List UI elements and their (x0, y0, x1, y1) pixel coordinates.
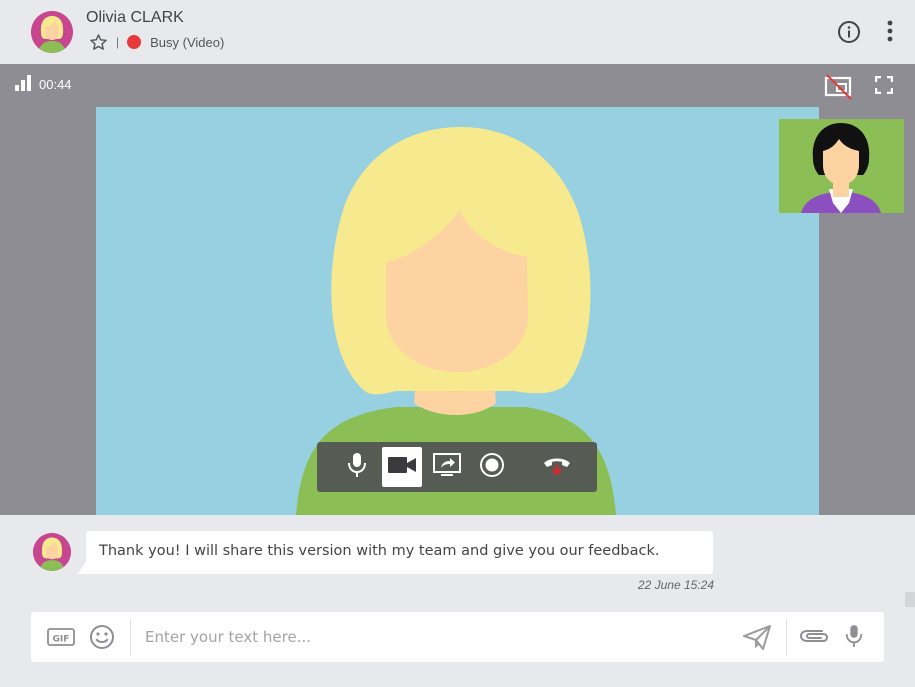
message-sender-avatar[interactable] (33, 533, 71, 571)
send-icon[interactable] (742, 624, 772, 651)
hang-up-icon (542, 454, 572, 481)
record-button[interactable] (472, 447, 512, 487)
gif-icon[interactable]: GIF (47, 627, 75, 647)
composer-divider-left (130, 618, 131, 656)
busy-status-dot (127, 35, 142, 49)
status-separator: | (116, 35, 120, 49)
message-composer: GIF (31, 612, 884, 662)
video-area (0, 107, 915, 515)
camera-toggle-button[interactable] (382, 447, 422, 487)
hang-up-button[interactable] (537, 447, 577, 487)
signal-icon (15, 75, 33, 91)
call-controls (317, 442, 597, 492)
fullscreen-icon[interactable] (874, 75, 894, 95)
status-text: Busy (Video) (150, 34, 225, 50)
hide-self-view-icon[interactable] (824, 72, 853, 100)
svg-text:GIF: GIF (53, 635, 70, 645)
microphone-icon[interactable] (844, 623, 864, 649)
screen-share-icon (433, 452, 461, 482)
screen-share-button[interactable] (427, 447, 467, 487)
message-input[interactable] (145, 620, 725, 654)
contact-avatar[interactable] (31, 11, 73, 53)
composer-divider-right (786, 618, 787, 656)
call-timer: 00:44 (39, 77, 72, 92)
star-icon[interactable] (89, 33, 108, 52)
record-icon (479, 452, 505, 483)
info-icon[interactable] (837, 20, 861, 44)
chat-header: Olivia CLARK | Busy (Video) (0, 0, 915, 64)
contact-status-line: | Busy (Video) (89, 33, 224, 51)
call-status-bar: 00:44 (0, 64, 915, 107)
camera-icon (388, 456, 416, 479)
microphone-icon (346, 452, 368, 483)
contact-name: Olivia CLARK (86, 9, 184, 26)
message-timestamp: 22 June 15:24 (637, 578, 714, 592)
self-video-preview[interactable] (779, 119, 904, 213)
attach-icon[interactable] (798, 625, 830, 647)
mute-button[interactable] (337, 447, 377, 487)
scrollbar-thumb[interactable] (905, 592, 915, 607)
emoji-icon[interactable] (89, 624, 115, 650)
message-bubble: Thank you! I will share this version wit… (86, 531, 713, 574)
more-vertical-icon[interactable] (886, 19, 894, 43)
